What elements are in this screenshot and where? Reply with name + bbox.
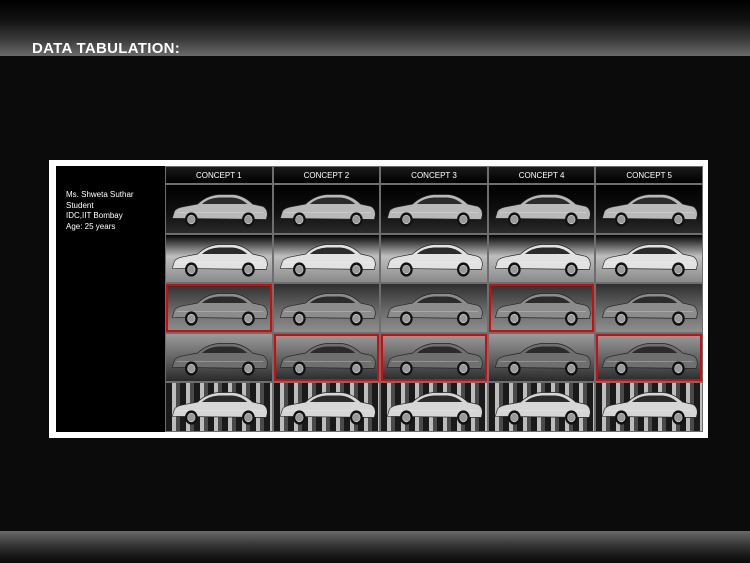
car-image-r4-c3 xyxy=(381,333,487,382)
car-image-r3-c5 xyxy=(596,284,702,332)
car-image-r1-c3 xyxy=(381,185,487,233)
car-image-r4-c5 xyxy=(596,333,702,382)
tabulation-panel: Ms. Shweta Suthar Student IDC,IIT Bombay… xyxy=(49,160,708,438)
car-image-r4-c1 xyxy=(166,333,272,382)
car-image-r3-c1 xyxy=(166,284,272,332)
respondent-institute: IDC,IIT Bombay xyxy=(66,211,123,220)
slide-header: DATA TABULATION: xyxy=(0,0,750,57)
concept-header-2: CONCEPT 2 xyxy=(273,167,380,183)
car-image-r1-c4 xyxy=(488,185,595,233)
slide-footer xyxy=(0,531,750,563)
car-image-r4-c4 xyxy=(488,333,595,382)
car-image-r5-c5 xyxy=(596,383,702,431)
concept-header-4: CONCEPT 4 xyxy=(488,167,595,183)
car-image-r2-c3 xyxy=(381,234,487,283)
concept-grid: CONCEPT 1 CONCEPT 2 CONCEPT 3 CONCEPT 4 CONC… xyxy=(165,166,703,432)
respondent-age: Age: 25 years xyxy=(66,221,116,231)
car-image-r3-c4 xyxy=(488,284,595,332)
car-image-r1-c5 xyxy=(596,185,702,233)
car-image-r2-c1 xyxy=(166,234,272,283)
respondent-info-box: Ms. Shweta Suthar Student IDC,IIT Bombay… xyxy=(56,166,165,432)
car-image-r5-c3 xyxy=(381,383,487,431)
car-image-r5-c1 xyxy=(166,383,272,431)
car-image-r5-c2 xyxy=(273,383,380,431)
car-image-r1-c1 xyxy=(166,185,272,233)
car-image-r2-c2 xyxy=(273,234,380,283)
concept-header-5: CONCEPT 5 xyxy=(596,167,702,183)
slide-title: DATA TABULATION: xyxy=(32,40,181,57)
respondent-name: Ms. Shweta Suthar xyxy=(66,190,134,199)
car-image-r2-c5 xyxy=(596,234,702,283)
car-image-r1-c2 xyxy=(273,185,380,233)
concept-header-3: CONCEPT 3 xyxy=(381,167,487,183)
car-image-r3-c3 xyxy=(381,284,487,332)
car-image-r5-c4 xyxy=(488,383,595,431)
car-image-r2-c4 xyxy=(488,234,595,283)
car-image-r3-c2 xyxy=(273,284,380,332)
concept-header-1: CONCEPT 1 xyxy=(166,167,272,183)
car-image-r4-c2 xyxy=(273,333,380,382)
respondent-role: Student xyxy=(66,200,94,210)
